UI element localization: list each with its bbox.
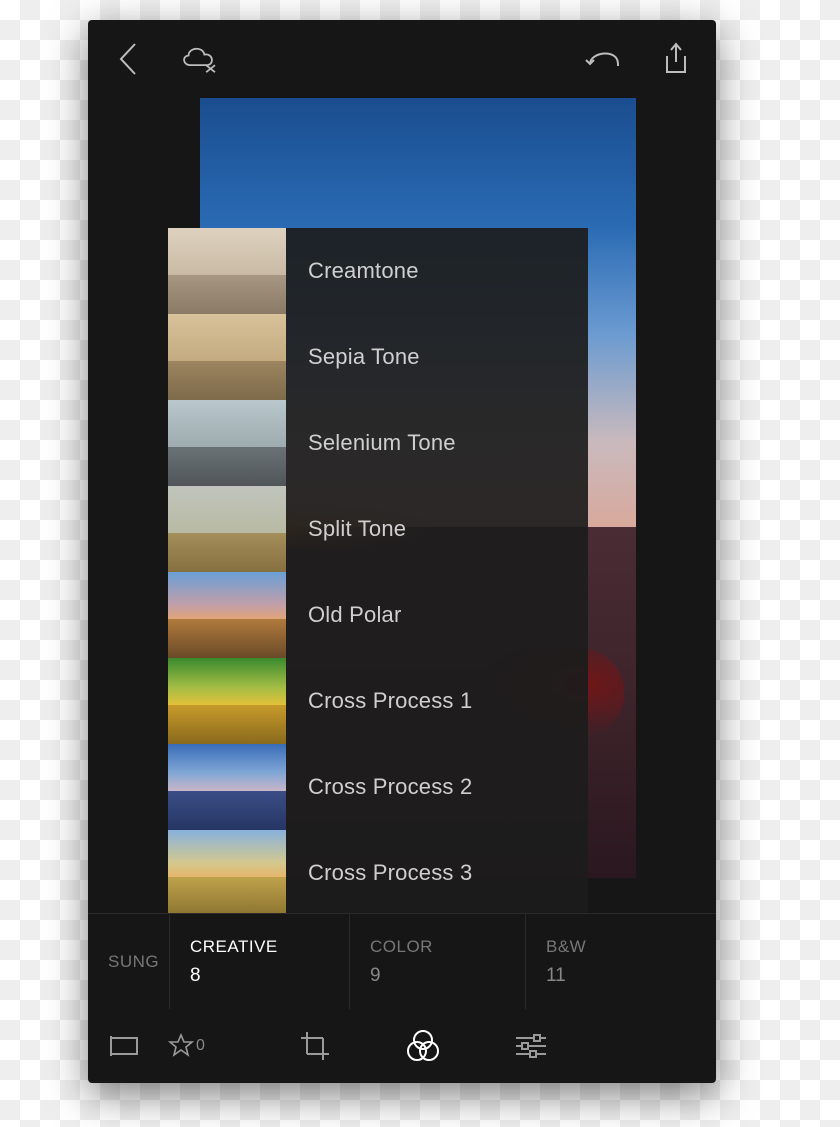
category-count: 9 [370, 965, 505, 987]
adjust-tool-button[interactable] [508, 1023, 554, 1069]
preset-thumbnail [168, 830, 286, 913]
preset-label: Split Tone [286, 516, 406, 542]
preset-item-cross-process-1[interactable]: Cross Process 1 [168, 658, 588, 744]
preset-item-cross-process-2[interactable]: Cross Process 2 [168, 744, 588, 830]
category-tab-partial[interactable]: SUNG [88, 914, 170, 1009]
rating-button[interactable]: 0 [168, 1033, 205, 1059]
category-tab-bw[interactable]: B&W 11 [526, 914, 716, 1009]
preset-item-cross-process-3[interactable]: Cross Process 3 [168, 830, 588, 913]
category-count: 11 [546, 965, 696, 987]
preset-thumbnail [168, 658, 286, 744]
preset-item-sepia-tone[interactable]: Sepia Tone [168, 314, 588, 400]
star-icon [168, 1033, 194, 1059]
preset-label: Sepia Tone [286, 344, 420, 370]
preset-thumbnail [168, 572, 286, 658]
preset-thumbnail [168, 744, 286, 830]
preset-item-selenium-tone[interactable]: Selenium Tone [168, 400, 588, 486]
photo-editor-app: Creamtone Sepia Tone Selenium Tone Split… [88, 20, 716, 1083]
bottom-toolbar: 0 [88, 1009, 716, 1083]
category-tab-creative[interactable]: CREATIVE 8 [170, 914, 350, 1009]
category-label: B&W [546, 937, 696, 957]
preset-thumbnail [168, 228, 286, 314]
preset-item-split-tone[interactable]: Split Tone [168, 486, 588, 572]
category-tab-color[interactable]: COLOR 9 [350, 914, 526, 1009]
category-label: CREATIVE [190, 937, 329, 957]
category-label: COLOR [370, 937, 505, 957]
preset-item-creamtone[interactable]: Creamtone [168, 228, 588, 314]
crop-tool-button[interactable] [292, 1023, 338, 1069]
image-canvas-area: Creamtone Sepia Tone Selenium Tone Split… [88, 98, 716, 913]
undo-button[interactable] [582, 37, 626, 81]
preset-category-bar: SUNG CREATIVE 8 COLOR 9 B&W 11 [88, 913, 716, 1009]
preset-label: Cross Process 3 [286, 860, 472, 886]
preset-thumbnail [168, 314, 286, 400]
flag-button[interactable] [102, 1023, 148, 1069]
share-button[interactable] [654, 37, 698, 81]
preset-label: Cross Process 1 [286, 688, 472, 714]
preset-list-panel: Creamtone Sepia Tone Selenium Tone Split… [168, 228, 588, 913]
back-button[interactable] [106, 37, 150, 81]
preset-item-old-polar[interactable]: Old Polar [168, 572, 588, 658]
preset-label: Creamtone [286, 258, 419, 284]
top-toolbar [88, 20, 716, 98]
category-count: 8 [190, 965, 329, 987]
rating-count: 0 [196, 1037, 205, 1055]
category-label: SUNG [108, 952, 149, 972]
preset-thumbnail [168, 486, 286, 572]
preset-thumbnail [168, 400, 286, 486]
preset-label: Cross Process 2 [286, 774, 472, 800]
preset-label: Old Polar [286, 602, 402, 628]
presets-tool-button[interactable] [400, 1023, 446, 1069]
preset-label: Selenium Tone [286, 430, 456, 456]
cloud-cancel-button[interactable] [178, 37, 222, 81]
